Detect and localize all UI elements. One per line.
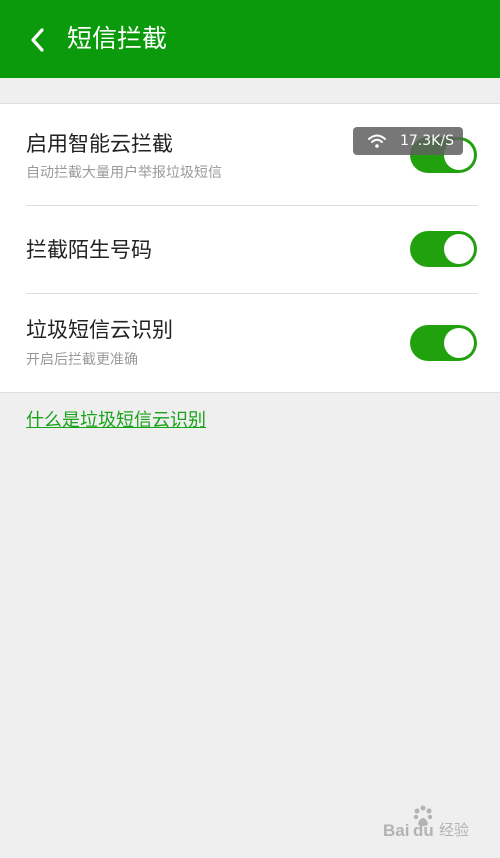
chevron-left-icon bbox=[31, 28, 44, 52]
spam-cloud-recognition-toggle[interactable] bbox=[410, 325, 477, 361]
network-speed-text: 17.3K/S bbox=[400, 133, 454, 149]
back-button[interactable] bbox=[18, 20, 58, 60]
wifi-icon bbox=[367, 133, 387, 149]
setting-title: 垃圾短信云识别 bbox=[26, 318, 173, 342]
app-bar: 短信拦截 bbox=[0, 0, 500, 78]
svg-text:经验: 经验 bbox=[439, 821, 469, 839]
setting-row-block-strangers[interactable]: 拦截陌生号码 bbox=[0, 206, 500, 293]
svg-text:du: du bbox=[413, 821, 434, 840]
setting-title: 启用智能云拦截 bbox=[26, 132, 173, 156]
setting-title: 拦截陌生号码 bbox=[26, 238, 152, 262]
setting-row-spam-cloud-recognition[interactable]: 垃圾短信云识别 开启后拦截更准确 bbox=[0, 294, 500, 392]
toggle-knob bbox=[444, 328, 474, 358]
network-speed-badge: 17.3K/S bbox=[353, 127, 463, 155]
setting-subtitle: 自动拦截大量用户举报垃圾短信 bbox=[26, 165, 222, 181]
baidu-jingyan-watermark: Bai du 经验 bbox=[383, 802, 487, 842]
setting-subtitle: 开启后拦截更准确 bbox=[26, 352, 138, 368]
spam-recognition-help-link[interactable]: 什么是垃圾短信云识别 bbox=[26, 408, 206, 434]
toggle-knob bbox=[444, 234, 474, 264]
block-strangers-toggle[interactable] bbox=[410, 231, 477, 267]
svg-text:Bai: Bai bbox=[383, 821, 409, 840]
page-title: 短信拦截 bbox=[67, 24, 168, 53]
baidu-logo-icon: Bai du 经验 bbox=[383, 805, 469, 840]
